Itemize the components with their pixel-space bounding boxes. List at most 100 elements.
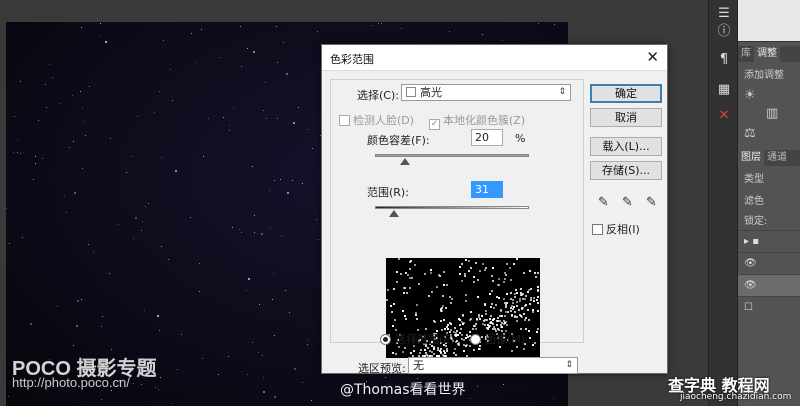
ok-button[interactable]: 确定	[590, 84, 662, 103]
preview-dot	[523, 272, 526, 275]
chevron-updown-icon: ⇕	[558, 87, 566, 97]
preview-dot	[400, 273, 403, 276]
select-dropdown[interactable]: 高光 ⇕	[401, 84, 571, 101]
preview-dot	[490, 290, 493, 293]
preview-dot	[401, 310, 404, 313]
invert-checkbox[interactable]: 反相(I)	[592, 221, 640, 237]
star-dot	[316, 31, 318, 33]
radio-image[interactable]: 图像(M)	[470, 331, 525, 347]
star-dot	[16, 151, 18, 153]
preview-dot	[510, 291, 513, 294]
preview-dot	[532, 309, 535, 312]
preview-dot	[409, 261, 412, 264]
star-dot	[158, 329, 160, 331]
fuzziness-slider-thumb[interactable]	[400, 158, 410, 165]
close-icon[interactable]: ✕	[646, 48, 659, 66]
preview-dot	[386, 299, 389, 302]
radio-selection[interactable]: 选择范围(E)	[380, 331, 455, 347]
preview-dot	[470, 266, 473, 269]
star-dot	[502, 40, 504, 41]
tab-adjustments[interactable]: 调整	[754, 46, 780, 62]
star-dot	[171, 100, 173, 102]
tab-layers[interactable]: 图层	[738, 150, 764, 166]
preview-dot	[531, 311, 534, 314]
star-dot	[101, 398, 103, 400]
layer-filter-kind[interactable]: 类型	[744, 170, 764, 185]
eyedropper-icon[interactable]: ✎	[598, 195, 609, 210]
star-dot	[110, 138, 112, 140]
invert-label: 反相(I)	[606, 223, 640, 236]
preview-dot	[487, 323, 490, 326]
paragraph-icon[interactable]: ¶	[713, 50, 735, 70]
star-dot	[118, 223, 120, 225]
radio-on-icon	[380, 334, 391, 345]
preview-dot	[387, 288, 390, 291]
star-dot	[45, 106, 47, 108]
star-dot	[189, 216, 191, 218]
brush-settings-icon[interactable]: ✕	[713, 106, 735, 126]
cancel-button[interactable]: 取消	[590, 108, 662, 127]
fuzziness-input[interactable]: 20	[471, 129, 503, 146]
blend-mode-select[interactable]: 滤色	[744, 192, 764, 207]
brightness-icon[interactable]: ☀	[744, 88, 756, 103]
preview-dot	[479, 318, 482, 321]
eyedropper-minus-icon[interactable]: ✎	[646, 195, 657, 210]
layer-row-adjust[interactable]: 👁	[738, 252, 800, 274]
preview-dot	[524, 305, 527, 308]
layer-row-group[interactable]: ▸ ▪	[738, 230, 800, 252]
preview-dot	[504, 306, 507, 309]
balance-icon[interactable]: ⚖	[744, 126, 756, 141]
star-dot	[191, 32, 193, 34]
layer-row-background[interactable]: ☐	[738, 296, 800, 318]
star-dot	[301, 183, 303, 185]
range-slider[interactable]	[375, 206, 529, 209]
radio-selection-label: 选择范围(E)	[395, 333, 455, 346]
preview-dot	[516, 305, 519, 308]
star-dot	[400, 27, 402, 29]
tab-library[interactable]: 库	[738, 46, 754, 62]
swatches-icon[interactable]: ▦	[713, 80, 735, 100]
star-dot	[140, 384, 142, 386]
history-icon[interactable]: ☰	[713, 4, 735, 24]
eyedropper-plus-icon[interactable]: ✎	[622, 195, 633, 210]
preview-dot	[413, 350, 416, 353]
levels-icon[interactable]: ▥	[766, 106, 778, 121]
fuzziness-slider[interactable]	[375, 154, 529, 157]
star-dot	[254, 215, 256, 217]
star-dot	[162, 39, 164, 41]
detect-faces-checkbox[interactable]: 检测人脸(D)	[339, 112, 414, 128]
star-dot	[8, 395, 10, 397]
star-dot	[69, 147, 71, 149]
load-button[interactable]: 载入(L)...	[590, 137, 662, 156]
star-dot	[180, 334, 182, 336]
preview-dot	[504, 303, 507, 306]
tab-channels[interactable]: 通道	[764, 150, 790, 166]
preview-dot	[420, 348, 423, 351]
star-dot	[202, 358, 204, 360]
localized-clusters-checkbox[interactable]: ✓ 本地化颜色簇(Z)	[429, 112, 525, 130]
info-icon[interactable]: ⓘ	[713, 22, 735, 42]
preview-dot	[426, 346, 429, 349]
range-input[interactable]: 31	[471, 181, 503, 198]
preview-dot	[457, 318, 460, 321]
star-dot	[279, 178, 281, 180]
star-dot	[537, 22, 539, 24]
star-dot	[301, 382, 303, 384]
dialog-title: 色彩范围	[330, 53, 374, 66]
preview-dot	[415, 303, 418, 306]
preview-dot	[392, 325, 395, 328]
preview-dot	[512, 307, 515, 310]
save-button[interactable]: 存储(S)...	[590, 161, 662, 180]
star-dot	[160, 245, 162, 247]
preview-dot	[410, 259, 413, 262]
star-dot	[101, 326, 103, 328]
preview-select[interactable]: 无 ⇕	[408, 357, 578, 374]
star-dot	[83, 120, 84, 122]
preview-dot	[478, 348, 481, 351]
preview-dot	[435, 286, 438, 289]
star-dot	[41, 157, 43, 159]
preview-dot	[458, 273, 461, 276]
star-dot	[137, 116, 139, 118]
layer-row-selected[interactable]: 👁	[738, 274, 800, 296]
range-slider-thumb[interactable]	[389, 210, 399, 217]
